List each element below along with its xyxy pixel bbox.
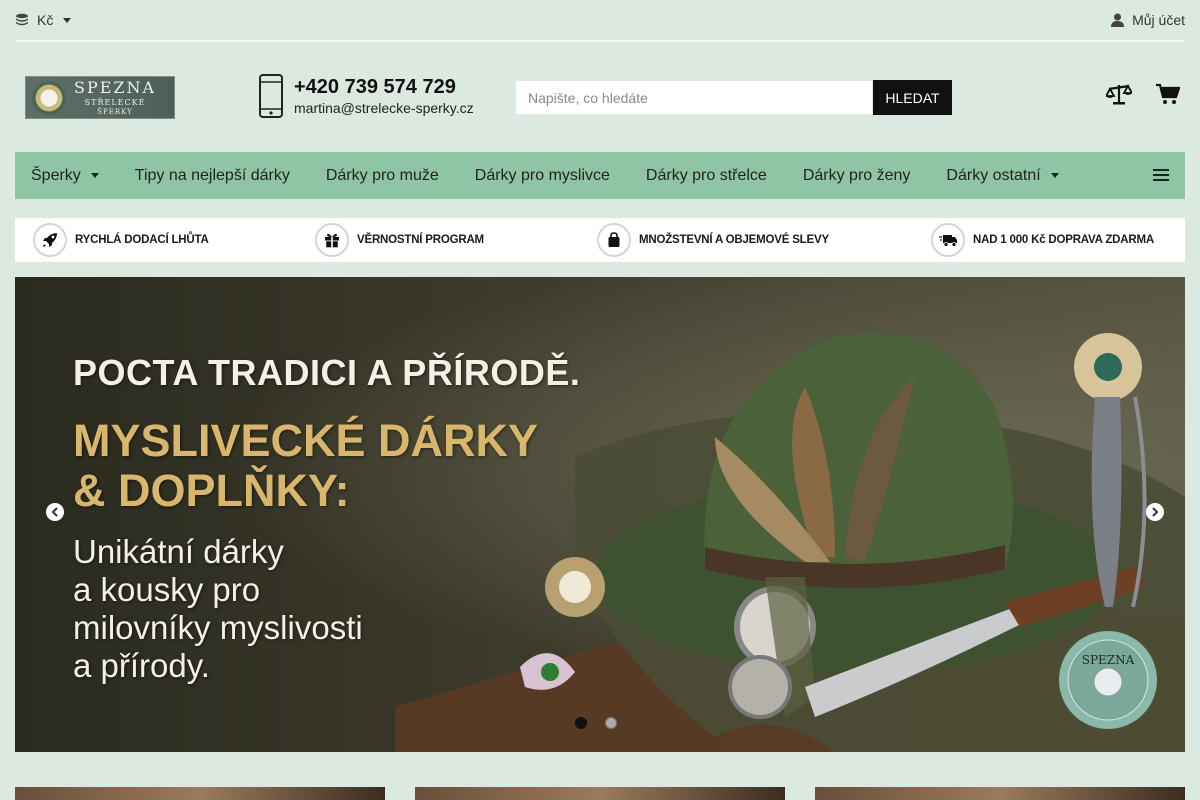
account-label: Můj účet <box>1132 12 1185 28</box>
benefit-volume-discount[interactable]: MNOŽSTEVNÍ A OBJEMOVÉ SLEVY <box>597 223 829 257</box>
currency-selector[interactable]: Kč <box>15 12 72 28</box>
gift-icon <box>325 233 339 248</box>
nav-item-label: Dárky pro střelce <box>645 166 767 184</box>
nav-item-darky-pro-myslivce[interactable]: Dárky pro myslivce <box>475 167 610 185</box>
contact-block: +420 739 574 729 martina@strelecke-sperk… <box>258 74 474 118</box>
nav-item-label: Tipy na nejlepší dárky <box>134 166 290 184</box>
chevron-down-icon <box>63 17 72 23</box>
nav-item-darky-pro-zeny[interactable]: Dárky pro ženy <box>803 167 911 185</box>
menu-toggle-icon[interactable] <box>1153 169 1169 184</box>
site-logo[interactable]: SPEZNA STŘELECKÉ ŠPERKY <box>25 76 175 119</box>
hero-subtitle-line: Unikátní dárky <box>73 533 284 570</box>
category-thumbnail[interactable] <box>415 787 785 800</box>
slider-next-button[interactable] <box>1146 503 1164 521</box>
brand-badge: SPEZNA <box>1059 631 1157 729</box>
hero-title: MYSLIVECKÉ DÁRKY <box>73 415 539 466</box>
chevron-left-icon <box>51 507 58 517</box>
hero-subtitle-line: a kousky pro <box>73 570 261 608</box>
benefit-label: VĚRNOSTNÍ PROGRAM <box>357 234 484 246</box>
chevron-down-icon <box>90 173 99 178</box>
logo-subtitle: STŘELECKÉ <box>84 97 146 107</box>
currency-label: Kč <box>37 12 54 28</box>
nav-item-darky-pro-muze[interactable]: Dárky pro muže <box>326 167 439 185</box>
slider-dot-2[interactable] <box>605 717 617 729</box>
nav-item-label: Dárky pro muže <box>325 166 439 184</box>
nav-item-label: Šperky <box>31 166 81 184</box>
hero-subtitle-line: a přírody. <box>73 646 210 684</box>
category-thumbnails <box>15 787 1185 800</box>
hero-text: POCTA TRADICI A PŘÍRODĚ. MYSLIVECKÉ DÁRK… <box>73 352 580 685</box>
search-input[interactable] <box>515 80 873 115</box>
hero-heading: POCTA TRADICI A PŘÍRODĚ. <box>73 352 581 393</box>
benefits-bar: RYCHLÁ DODACÍ LHŮTA VĚRNOSTNÍ PROGRAM MN… <box>15 218 1185 262</box>
hero-slider: POCTA TRADICI A PŘÍRODĚ. MYSLIVECKÉ DÁRK… <box>15 277 1185 752</box>
nav-item-sperky[interactable]: Šperky <box>31 167 99 185</box>
category-thumbnail[interactable] <box>815 787 1185 800</box>
benefit-loyalty[interactable]: VĚRNOSTNÍ PROGRAM <box>315 223 484 257</box>
smartphone-icon <box>259 74 283 118</box>
phone-number[interactable]: +420 739 574 729 <box>294 76 474 99</box>
cart-icon[interactable] <box>1156 83 1180 105</box>
slider-prev-button[interactable] <box>46 503 64 521</box>
chevron-down-icon <box>1050 173 1059 178</box>
benefit-free-shipping[interactable]: NAD 1 000 Kč DOPRAVA ZDARMA <box>931 223 1154 257</box>
scale-icon[interactable] <box>1106 83 1132 105</box>
benefit-label: RYCHLÁ DODACÍ LHŮTA <box>75 234 209 246</box>
user-icon <box>1111 13 1125 27</box>
svg-text:SPEZNA: SPEZNA <box>1082 653 1135 667</box>
nav-item-tipy[interactable]: Tipy na nejlepší dárky <box>135 167 290 185</box>
hero-subtitle-line: milovníky myslivosti <box>73 608 363 646</box>
main-nav: Šperky Tipy na nejlepší dárky Dárky pro … <box>15 152 1185 199</box>
nav-item-darky-pro-strelce[interactable]: Dárky pro střelce <box>646 167 767 185</box>
search-form: HLEDAT <box>515 80 952 115</box>
nav-item-label: Dárky pro ženy <box>802 166 911 184</box>
nav-item-darky-ostatni[interactable]: Dárky ostatní <box>946 166 1059 185</box>
header-icons <box>1106 83 1180 105</box>
nav-item-label: Dárky pro myslivce <box>474 166 610 184</box>
account-link[interactable]: Můj účet <box>1111 12 1185 28</box>
hero-subtitle: Unikátní dárky a kousky pro milovníky my… <box>73 533 580 685</box>
email-link[interactable]: martina@strelecke-sperky.cz <box>294 100 474 116</box>
benefit-label: NAD 1 000 Kč DOPRAVA ZDARMA <box>973 234 1154 246</box>
top-bar: Kč Můj účet <box>15 0 1185 42</box>
search-button[interactable]: HLEDAT <box>873 80 952 115</box>
logo-title: SPEZNA <box>74 77 157 97</box>
header: SPEZNA STŘELECKÉ ŠPERKY +420 739 574 729… <box>15 55 1185 140</box>
delivery-truck-icon <box>939 235 957 247</box>
logo-subtitle-2: ŠPERKY <box>97 107 133 116</box>
slider-dot-1[interactable] <box>575 717 587 729</box>
benefit-fast-delivery[interactable]: RYCHLÁ DODACÍ LHŮTA <box>33 223 209 257</box>
category-thumbnail[interactable] <box>15 787 385 800</box>
chevron-right-icon <box>1152 507 1159 517</box>
rocket-icon <box>43 233 57 247</box>
hero-title-2: & DOPLŇKY: <box>73 464 350 516</box>
logo-emblem-icon <box>32 80 66 115</box>
shopping-bag-icon <box>608 232 620 247</box>
slider-dots <box>575 717 617 729</box>
nav-item-label: Dárky ostatní <box>946 166 1041 184</box>
coins-icon <box>16 13 28 26</box>
benefit-label: MNOŽSTEVNÍ A OBJEMOVÉ SLEVY <box>639 234 829 246</box>
